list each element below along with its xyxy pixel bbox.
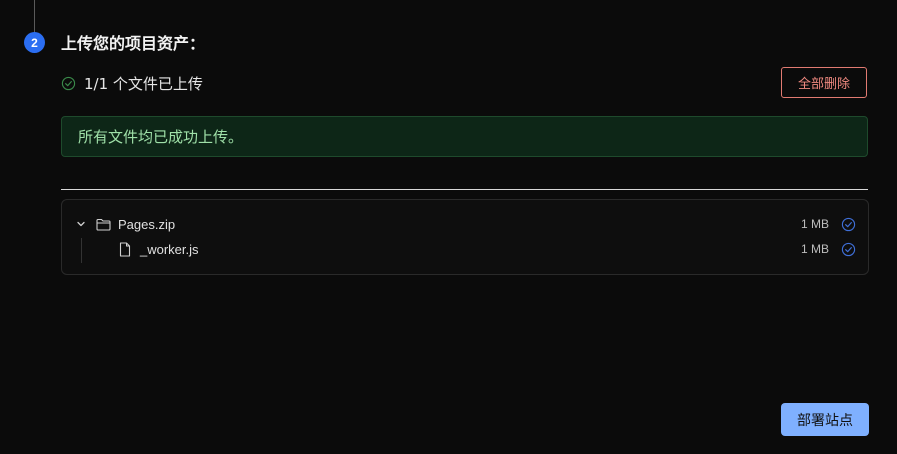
file-icon bbox=[119, 241, 131, 257]
step-number-badge: 2 bbox=[24, 32, 45, 53]
upload-status: 1/1 个文件已上传 bbox=[61, 73, 203, 94]
deploy-site-button[interactable]: 部署站点 bbox=[781, 403, 869, 436]
check-circle-icon bbox=[61, 76, 76, 91]
success-banner: 所有文件均已成功上传。 bbox=[61, 116, 868, 157]
upload-status-text: 1/1 个文件已上传 bbox=[84, 75, 203, 93]
divider bbox=[61, 189, 868, 190]
file-tree-row-file[interactable]: _worker.js 1 MB bbox=[62, 237, 868, 261]
folder-icon bbox=[96, 218, 111, 231]
check-circle-icon bbox=[841, 242, 856, 256]
chevron-down-icon[interactable] bbox=[76, 219, 86, 229]
delete-all-button[interactable]: 全部删除 bbox=[781, 67, 867, 98]
file-name: _worker.js bbox=[140, 241, 199, 257]
step-connector-line bbox=[34, 0, 35, 33]
file-size: 1 MB bbox=[800, 242, 829, 256]
success-banner-text: 所有文件均已成功上传。 bbox=[78, 128, 244, 146]
file-tree: Pages.zip 1 MB _worker.js 1 MB bbox=[61, 199, 869, 275]
file-size: 1 MB bbox=[800, 217, 829, 231]
upload-page: 2 上传您的项目资产： 1/1 个文件已上传 全部删除 所有文件均已成功上传。 … bbox=[0, 0, 897, 454]
check-circle-icon bbox=[841, 217, 856, 231]
step-title: 上传您的项目资产： bbox=[61, 34, 206, 53]
file-name: Pages.zip bbox=[118, 216, 176, 232]
file-tree-row-folder[interactable]: Pages.zip 1 MB bbox=[62, 212, 868, 236]
